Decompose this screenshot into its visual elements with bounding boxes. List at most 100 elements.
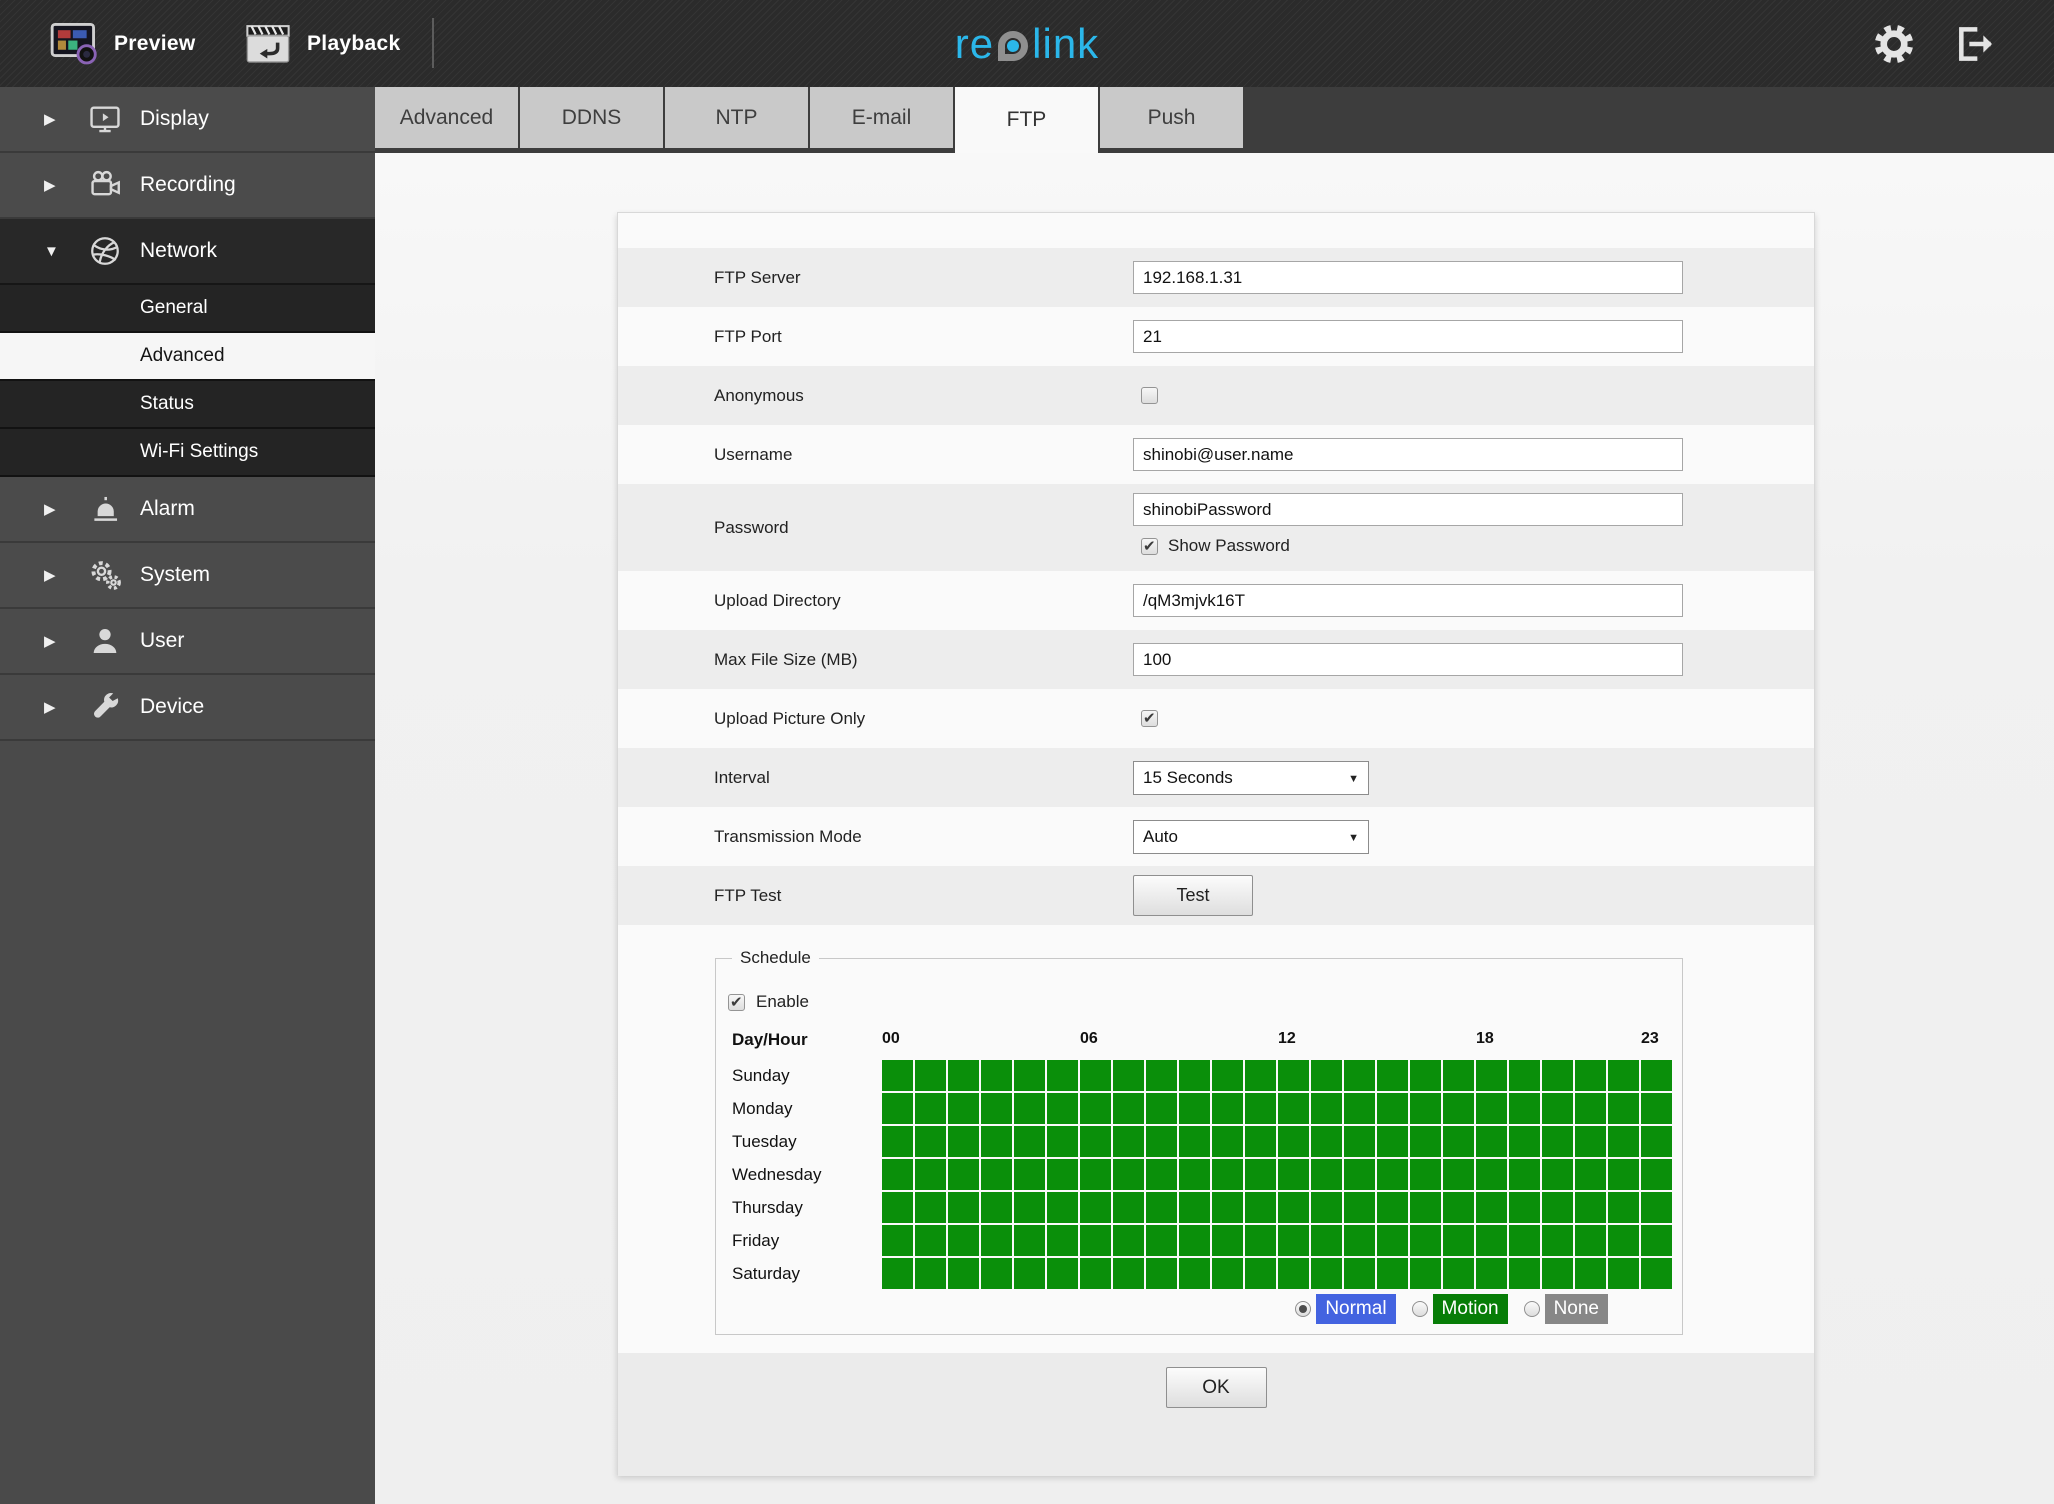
schedule-cell[interactable]	[915, 1159, 946, 1190]
schedule-cell[interactable]	[1344, 1159, 1375, 1190]
schedule-cell[interactable]	[1179, 1225, 1210, 1256]
sidebar-subitem-general[interactable]: General	[0, 285, 375, 333]
schedule-cell[interactable]	[1179, 1258, 1210, 1289]
schedule-cell[interactable]	[1311, 1060, 1342, 1091]
ftp-test-button[interactable]: Test	[1133, 875, 1253, 916]
schedule-cell[interactable]	[1278, 1126, 1309, 1157]
schedule-cell[interactable]	[981, 1126, 1012, 1157]
schedule-cell[interactable]	[882, 1060, 913, 1091]
schedule-cell[interactable]	[1542, 1126, 1573, 1157]
schedule-cell[interactable]	[1443, 1225, 1474, 1256]
schedule-cell[interactable]	[1443, 1060, 1474, 1091]
schedule-cell[interactable]	[882, 1258, 913, 1289]
schedule-cell[interactable]	[1113, 1060, 1144, 1091]
schedule-cell[interactable]	[1212, 1060, 1243, 1091]
schedule-cell[interactable]	[1476, 1159, 1507, 1190]
schedule-cell[interactable]	[1476, 1093, 1507, 1124]
schedule-cell[interactable]	[1278, 1225, 1309, 1256]
schedule-cell[interactable]	[1014, 1159, 1045, 1190]
schedule-cell[interactable]	[915, 1060, 946, 1091]
schedule-cell[interactable]	[1509, 1093, 1540, 1124]
schedule-cell[interactable]	[1080, 1060, 1111, 1091]
schedule-cell[interactable]	[1641, 1126, 1672, 1157]
schedule-cell[interactable]	[1080, 1126, 1111, 1157]
schedule-cell[interactable]	[1542, 1159, 1573, 1190]
schedule-cell[interactable]	[1476, 1060, 1507, 1091]
logout-icon[interactable]	[1954, 24, 1998, 64]
sidebar-item-recording[interactable]: ▶ Recording	[0, 153, 375, 219]
schedule-cell[interactable]	[981, 1258, 1012, 1289]
schedule-cell[interactable]	[1575, 1225, 1606, 1256]
schedule-cell[interactable]	[1113, 1192, 1144, 1223]
schedule-cell[interactable]	[1245, 1159, 1276, 1190]
schedule-cell[interactable]	[1113, 1159, 1144, 1190]
schedule-cell[interactable]	[1377, 1126, 1408, 1157]
schedule-cell[interactable]	[1245, 1258, 1276, 1289]
schedule-cell[interactable]	[1047, 1093, 1078, 1124]
schedule-cell[interactable]	[1377, 1192, 1408, 1223]
schedule-cell[interactable]	[1377, 1093, 1408, 1124]
schedule-cell[interactable]	[1641, 1225, 1672, 1256]
schedule-cell[interactable]	[1575, 1192, 1606, 1223]
schedule-cell[interactable]	[948, 1060, 979, 1091]
schedule-cell[interactable]	[1509, 1258, 1540, 1289]
schedule-cell[interactable]	[1608, 1192, 1639, 1223]
schedule-cell[interactable]	[882, 1192, 913, 1223]
sidebar-item-system[interactable]: ▶ System	[0, 543, 375, 609]
schedule-cell[interactable]	[1146, 1093, 1177, 1124]
schedule-cell[interactable]	[1410, 1192, 1441, 1223]
schedule-cell[interactable]	[1212, 1126, 1243, 1157]
sidebar-item-display[interactable]: ▶ Display	[0, 87, 375, 153]
tab-ddns[interactable]: DDNS	[520, 87, 663, 148]
schedule-cell[interactable]	[1443, 1258, 1474, 1289]
tab-e-mail[interactable]: E-mail	[810, 87, 953, 148]
schedule-enable-checkbox[interactable]	[728, 993, 745, 1011]
schedule-cell[interactable]	[882, 1093, 913, 1124]
schedule-cell[interactable]	[981, 1192, 1012, 1223]
schedule-cell[interactable]	[1014, 1060, 1045, 1091]
schedule-cell[interactable]	[1509, 1192, 1540, 1223]
schedule-cell[interactable]	[1476, 1225, 1507, 1256]
schedule-cell[interactable]	[1278, 1258, 1309, 1289]
schedule-cell[interactable]	[1542, 1225, 1573, 1256]
schedule-cell[interactable]	[981, 1159, 1012, 1190]
schedule-cell[interactable]	[1179, 1060, 1210, 1091]
schedule-cell[interactable]	[948, 1258, 979, 1289]
schedule-cell[interactable]	[1146, 1192, 1177, 1223]
schedule-cell[interactable]	[1344, 1192, 1375, 1223]
sidebar-subitem-advanced[interactable]: Advanced	[0, 333, 375, 381]
ok-button[interactable]: OK	[1165, 1367, 1267, 1408]
transmission-mode-select[interactable]: Auto ▼	[1133, 819, 1369, 854]
schedule-cell[interactable]	[1410, 1225, 1441, 1256]
schedule-cell[interactable]	[1179, 1192, 1210, 1223]
schedule-cell[interactable]	[915, 1258, 946, 1289]
schedule-cell[interactable]	[981, 1093, 1012, 1124]
sidebar-item-alarm[interactable]: ▶ Alarm	[0, 477, 375, 543]
schedule-cell[interactable]	[1179, 1126, 1210, 1157]
schedule-cell[interactable]	[1245, 1126, 1276, 1157]
schedule-cell[interactable]	[1344, 1225, 1375, 1256]
schedule-cell[interactable]	[1575, 1126, 1606, 1157]
schedule-cell[interactable]	[1608, 1258, 1639, 1289]
schedule-cell[interactable]	[1311, 1093, 1342, 1124]
sidebar-subitem-status[interactable]: Status	[0, 381, 375, 429]
schedule-cell[interactable]	[1641, 1258, 1672, 1289]
show-password-checkbox[interactable]	[1141, 537, 1158, 555]
schedule-cell[interactable]	[1245, 1060, 1276, 1091]
schedule-cell[interactable]	[1575, 1093, 1606, 1124]
schedule-cell[interactable]	[948, 1126, 979, 1157]
schedule-cell[interactable]	[1542, 1060, 1573, 1091]
schedule-cell[interactable]	[1311, 1126, 1342, 1157]
schedule-cell[interactable]	[1047, 1192, 1078, 1223]
ftp-port-input[interactable]	[1133, 320, 1683, 353]
schedule-cell[interactable]	[1575, 1258, 1606, 1289]
schedule-cell[interactable]	[1509, 1159, 1540, 1190]
schedule-cell[interactable]	[1245, 1225, 1276, 1256]
schedule-cell[interactable]	[1179, 1159, 1210, 1190]
schedule-cell[interactable]	[1212, 1159, 1243, 1190]
schedule-cell[interactable]	[1311, 1225, 1342, 1256]
schedule-cell[interactable]	[1278, 1192, 1309, 1223]
schedule-cell[interactable]	[1113, 1258, 1144, 1289]
schedule-cell[interactable]	[915, 1093, 946, 1124]
schedule-cell[interactable]	[1608, 1060, 1639, 1091]
